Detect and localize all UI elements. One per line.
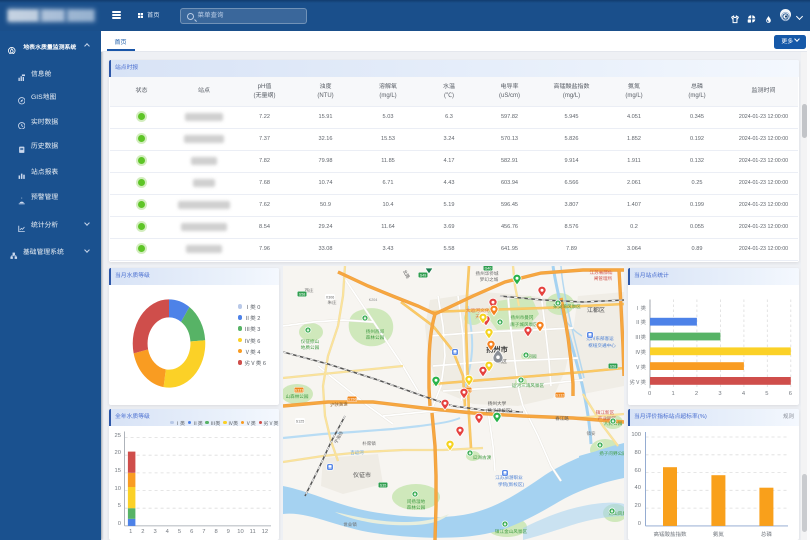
svg-text:闸管理所: 闸管理所 — [594, 276, 613, 281]
svg-text:X306: X306 — [326, 296, 334, 300]
svg-text:森林公园: 森林公园 — [407, 505, 426, 510]
svg-text:扬子问野公园: 扬子问野公园 — [599, 451, 624, 456]
svg-text:S332: S332 — [556, 394, 564, 398]
svg-text:森林公园: 森林公园 — [366, 335, 385, 340]
svg-text:S49: S49 — [420, 274, 426, 278]
svg-text:扬州西郊: 扬州西郊 — [366, 329, 385, 334]
svg-text:S35: S35 — [380, 484, 386, 488]
svg-text:仪征市: 仪征市 — [353, 471, 371, 479]
svg-text:镇江新区: 镇江新区 — [596, 410, 615, 415]
svg-text:唐子城风景区: 唐子城风景区 — [510, 322, 538, 327]
svg-text:G40: G40 — [485, 267, 492, 271]
svg-text:地质公园: 地质公园 — [301, 345, 320, 350]
svg-text:扬州大学: 扬州大学 — [488, 401, 507, 406]
svg-text:世业镇: 世业镇 — [343, 522, 357, 527]
svg-text:仪征捺山: 仪征捺山 — [301, 339, 320, 344]
svg-text:(扬子津校区): (扬子津校区) — [486, 408, 512, 413]
svg-text:朱庄: 朱庄 — [328, 300, 337, 305]
svg-text:扬州华侨城: 扬州华侨城 — [476, 271, 499, 276]
svg-text:江都区: 江都区 — [587, 307, 605, 314]
svg-text:江苏旅游职业: 江苏旅游职业 — [495, 475, 523, 480]
svg-text:学院(新校区): 学院(新校区) — [498, 482, 524, 487]
svg-text:运河三湾风景区: 运河三湾风景区 — [512, 383, 545, 388]
svg-text:S125: S125 — [296, 420, 304, 424]
svg-text:枢纽交通中心: 枢纽交通中心 — [588, 343, 616, 348]
svg-text:闰扬湿地: 闰扬湿地 — [407, 498, 426, 505]
svg-text:S333: S333 — [295, 389, 303, 393]
svg-text:春江路: 春江路 — [555, 416, 569, 421]
svg-text:梦幻之城: 梦幻之城 — [480, 277, 499, 282]
svg-text:镇安: 镇安 — [587, 431, 596, 436]
svg-text:江苏省邵仙: 江苏省邵仙 — [590, 270, 613, 275]
svg-text:S58: S58 — [299, 293, 305, 297]
svg-text:S58: S58 — [610, 365, 616, 369]
svg-text:山森林公园: 山森林公园 — [286, 394, 309, 399]
svg-text:镇江金山风景区: 镇江金山风景区 — [495, 529, 528, 534]
svg-text:朴席镇: 朴席镇 — [362, 441, 376, 446]
svg-text:瓜洲古渡: 瓜洲古渡 — [473, 455, 492, 460]
svg-text:K204: K204 — [369, 298, 377, 302]
svg-text:S356: S356 — [348, 398, 356, 402]
